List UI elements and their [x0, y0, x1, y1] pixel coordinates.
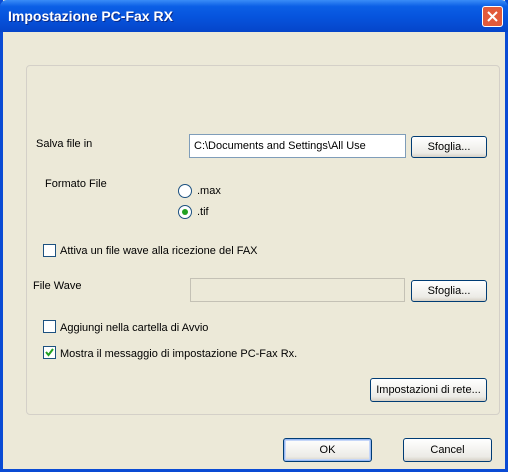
- save-browse-button[interactable]: Sfoglia...: [411, 136, 487, 158]
- wave-enable-checkbox[interactable]: [43, 244, 56, 257]
- network-settings-button[interactable]: Impostazioni di rete...: [370, 378, 487, 402]
- ok-button[interactable]: OK: [283, 438, 372, 462]
- save-path-label: Salva file in: [36, 138, 93, 150]
- dialog-title: Impostazione PC-Fax RX: [8, 8, 173, 24]
- format-option-label: .max: [197, 185, 221, 197]
- title-bar[interactable]: Impostazione PC-Fax RX: [0, 0, 508, 32]
- file-format-label: Formato File: [45, 178, 107, 190]
- wave-file-label: File Wave: [33, 280, 82, 292]
- close-icon: [487, 11, 498, 22]
- wave-file-field[interactable]: [190, 278, 405, 302]
- startup-checkbox[interactable]: [43, 320, 56, 333]
- check-mark-icon: [45, 348, 54, 357]
- show-message-checkbox[interactable]: [43, 346, 56, 359]
- format-option-label: .tif: [197, 206, 209, 218]
- wave-browse-button[interactable]: Sfoglia...: [411, 280, 487, 302]
- show-message-label[interactable]: Mostra il messaggio di impostazione PC-F…: [60, 348, 297, 360]
- dialog-window: Impostazione PC-Fax RX Salva file in C:\…: [0, 0, 508, 472]
- radio-selected-dot: [182, 209, 188, 215]
- save-path-field[interactable]: C:\Documents and Settings\All Use: [189, 134, 406, 158]
- startup-label[interactable]: Aggiungi nella cartella di Avvio: [60, 322, 208, 334]
- radio-tif[interactable]: [178, 205, 192, 219]
- cancel-button[interactable]: Cancel: [403, 438, 492, 462]
- radio-max[interactable]: [178, 184, 192, 198]
- close-button[interactable]: [482, 6, 503, 27]
- settings-group: [26, 65, 500, 415]
- wave-enable-label[interactable]: Attiva un file wave alla ricezione del F…: [60, 245, 258, 257]
